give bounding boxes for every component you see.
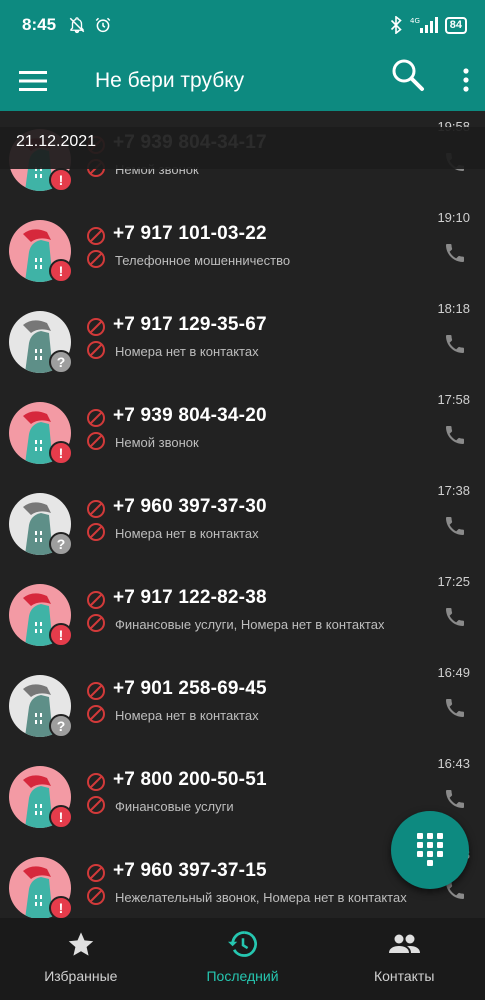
battery-indicator: 84 [444,16,467,34]
blocked-icon [86,499,106,524]
call-category: Нежелательный звонок, Номера нет в конта… [115,890,407,905]
nav-contacts[interactable]: Контакты [323,918,485,1000]
nav-contacts-label: Контакты [373,968,435,984]
call-row[interactable]: ! +7 939 804-34-20 Немой звонок 17:58 [0,392,485,493]
call-back-icon[interactable] [443,696,467,720]
call-time: 19:10 [437,210,470,225]
call-back-icon[interactable] [443,514,467,538]
dialpad-icon [417,833,443,866]
page-title: Не бери трубку [95,68,245,92]
call-row[interactable]: ! +7 917 122-82-38 Финансовые услуги, Номе… [0,574,485,675]
alarm-icon [95,17,111,33]
call-time: 17:38 [437,483,470,498]
phone-number: +7 800 200-50-51 [113,769,267,790]
blocked-icon [86,590,106,615]
call-time: 18:18 [437,301,470,316]
bottom-navigation: Избранные Последний Контакты [0,918,485,1000]
blocked-icon [86,772,106,797]
more-options-button[interactable] [452,55,480,105]
date-header: 21.12.2021 [0,127,485,169]
nav-recent-label: Последний [206,968,279,984]
blocked-icon [86,863,106,888]
call-category: Немой звонок [115,435,199,450]
search-icon [392,59,424,91]
call-category: Номера нет в контактах [115,708,259,723]
warning-badge-icon: ! [49,168,73,192]
call-category: Финансовые услуги [115,799,234,814]
call-time: 16:43 [437,756,470,771]
call-back-icon[interactable] [443,423,467,447]
phone-number: +7 917 129-35-67 [113,314,267,335]
blocked-icon [86,408,106,433]
blocked-icon [86,226,106,251]
phone-number: +7 917 101-03-22 [113,223,267,244]
phone-number: +7 939 804-34-20 [113,405,267,426]
nav-favorites[interactable]: Избранные [0,918,162,1000]
unknown-badge-icon: ? [49,714,73,738]
call-back-icon[interactable] [443,241,467,265]
phone-number: +7 960 397-37-30 [113,496,267,517]
hamburger-menu-icon [19,70,47,91]
status-time: 8:45 [22,15,57,34]
call-row[interactable]: ? +7 960 397-37-30 Номера нет в контактах 1… [0,483,485,584]
people-icon [389,934,421,953]
dialpad-button[interactable] [391,811,469,889]
notifications-off-icon [69,17,85,34]
phone-number: +7 901 258-69-45 [113,678,267,699]
call-time: 17:58 [437,392,470,407]
phone-number: +7 917 122-82-38 [113,587,267,608]
menu-button[interactable] [0,50,66,111]
call-row[interactable]: ! +7 917 101-03-22 Телефонное мошенничеств… [0,210,485,311]
blocked-icon [86,886,106,911]
search-button[interactable] [388,55,428,95]
warning-badge-icon: ! [49,441,73,465]
warning-badge-icon: ! [49,805,73,829]
blocked-icon [86,522,106,547]
call-row[interactable]: ? +7 901 258-69-45 Номера нет в контактах 1… [0,665,485,766]
blocked-icon [86,613,106,638]
phone-number: +7 960 397-37-15 [113,860,267,881]
blocked-icon [86,704,106,729]
warning-badge-icon: ! [49,259,73,283]
status-bar: 8:45 4G 84 [0,0,485,50]
unknown-badge-icon: ? [49,350,73,374]
call-time: 17:25 [437,574,470,589]
nav-recent[interactable]: Последний [162,918,324,1000]
blocked-icon [86,795,106,820]
signal-4g-icon: 4G [410,17,438,33]
network-label: 4G [410,17,420,25]
call-category: Номера нет в контактах [115,344,259,359]
warning-badge-icon: ! [49,623,73,647]
blocked-icon [86,249,106,274]
history-icon [227,931,257,957]
call-category: Финансовые услуги, Номера нет в контакта… [115,617,385,632]
bluetooth-icon [390,16,402,34]
call-back-icon[interactable] [443,605,467,629]
blocked-icon [86,317,106,342]
call-back-icon[interactable] [443,787,467,811]
blocked-icon [86,681,106,706]
call-category: Телефонное мошенничество [115,253,291,268]
blocked-icon [86,340,106,365]
call-category: Номера нет в контактах [115,526,259,541]
blocked-icon [86,431,106,456]
call-log-list[interactable]: 21.12.2021 !+7 939 804-34-17Немой звонок… [0,111,485,918]
call-row[interactable]: ? +7 917 129-35-67 Номера нет в контактах 1… [0,301,485,402]
warning-badge-icon: ! [49,896,73,918]
more-vert-icon [463,68,469,92]
nav-favorites-label: Избранные [44,968,118,984]
call-time: 16:49 [437,665,470,680]
unknown-badge-icon: ? [49,532,73,556]
app-bar: Не бери трубку [0,50,485,111]
star-icon [68,932,94,956]
call-back-icon[interactable] [443,332,467,356]
